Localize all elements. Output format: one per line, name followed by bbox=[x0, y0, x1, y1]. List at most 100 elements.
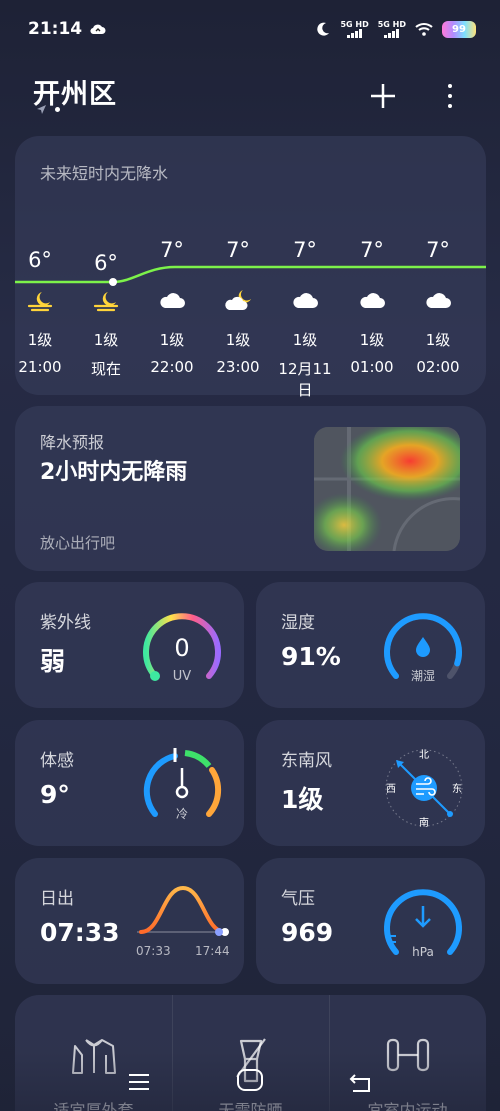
sunset-time-label: 17:44 bbox=[195, 944, 230, 958]
signal-sim2-icon: 5G HD bbox=[378, 20, 406, 38]
moon-cloud-night-icon bbox=[25, 288, 55, 314]
hour-column: 7° 1级 22:00 bbox=[140, 136, 204, 395]
radar-map[interactable] bbox=[314, 427, 460, 551]
humidity-tile[interactable]: 湿度 91% 潮湿 bbox=[256, 582, 485, 708]
precipitation-card[interactable]: 降水预报 2小时内无降雨 放心出行吧 bbox=[15, 406, 486, 571]
hour-wind: 1级 bbox=[93, 331, 119, 349]
status-time: 21:14 bbox=[28, 19, 83, 39]
hour-temp: 7° bbox=[426, 238, 450, 262]
back-nav-icon[interactable] bbox=[349, 1073, 373, 1093]
sim1-label: 5G HD bbox=[340, 20, 369, 29]
precip-label: 降水预报 bbox=[40, 433, 105, 452]
wifi-icon bbox=[415, 23, 433, 36]
sunscreen-label: 无需防晒 bbox=[218, 1101, 283, 1111]
compass-east: 东 bbox=[452, 782, 462, 795]
uv-tile[interactable]: 紫外线 弱 0 UV bbox=[15, 582, 244, 708]
cloud-sync-icon bbox=[90, 24, 106, 35]
feels-like-gauge-icon: 冷 bbox=[143, 748, 222, 821]
hour-column: 7° 1级 23:00 bbox=[206, 136, 270, 395]
uv-label: 紫外线 bbox=[40, 613, 91, 633]
humidity-gauge-text: 潮湿 bbox=[411, 668, 435, 683]
jacket-label: 适宜厚外套 bbox=[53, 1101, 134, 1111]
more-menu-button[interactable] bbox=[440, 80, 460, 112]
home-nav-icon[interactable] bbox=[236, 1068, 264, 1092]
sunrise-value: 07:33 bbox=[40, 918, 120, 947]
life-index-exercise[interactable]: 宜室内运动 bbox=[329, 995, 486, 1111]
add-city-button[interactable] bbox=[367, 80, 399, 112]
life-index-jacket[interactable]: 适宜厚外套 bbox=[15, 995, 172, 1111]
humidity-label: 湿度 bbox=[281, 613, 315, 633]
humidity-value: 91% bbox=[281, 642, 341, 671]
wind-label: 东南风 bbox=[281, 751, 332, 771]
uv-gauge-icon: 0 UV bbox=[143, 613, 221, 684]
hour-time: 21:00 bbox=[18, 358, 62, 376]
cloud-icon bbox=[290, 288, 320, 314]
hour-wind: 1级 bbox=[225, 331, 251, 349]
sun-arc-icon bbox=[137, 885, 229, 936]
sunrise-tile[interactable]: 日出 07:33 07:33 17:44 bbox=[15, 858, 244, 984]
location-indicator bbox=[36, 104, 60, 115]
compass-west: 西 bbox=[386, 784, 396, 795]
sunrise-label: 日出 bbox=[40, 889, 74, 909]
exercise-label: 宜室内运动 bbox=[367, 1101, 448, 1111]
hour-time: 02:00 bbox=[416, 358, 460, 376]
hour-column: 7° 1级 12月11日 bbox=[273, 136, 337, 399]
partly-cloudy-night-icon bbox=[223, 288, 253, 314]
feels-like-value: 9° bbox=[40, 780, 70, 809]
arrow-down-icon bbox=[415, 906, 431, 928]
plus-icon bbox=[371, 84, 395, 108]
hourly-forecast-card[interactable]: 未来短时内无降水 6° 1级 21:00 6° 1级 现在 7° 1级 22:00 7° 1级 23:… bbox=[15, 136, 486, 399]
uv-value: 弱 bbox=[40, 647, 66, 676]
battery-icon: 99 bbox=[442, 20, 476, 38]
signal-sim1-icon: 5G HD bbox=[340, 20, 369, 38]
hour-wind: 1级 bbox=[292, 331, 318, 349]
uv-gauge-value: 0 bbox=[174, 634, 189, 662]
compass-south: 南 bbox=[419, 816, 429, 829]
pressure-gauge-icon: hPa bbox=[384, 889, 462, 959]
pressure-label: 气压 bbox=[281, 889, 315, 909]
feels-like-gauge-text: 冷 bbox=[176, 807, 188, 821]
feels-like-tile[interactable]: 体感 9° 冷 bbox=[15, 720, 244, 846]
compass-north: 北 bbox=[419, 749, 429, 761]
hour-temp: 7° bbox=[226, 238, 250, 262]
cloud-icon bbox=[423, 288, 453, 314]
moon-icon bbox=[317, 22, 330, 36]
hour-wind: 1级 bbox=[359, 331, 385, 349]
hour-temp: 7° bbox=[360, 238, 384, 262]
hour-wind: 1级 bbox=[27, 331, 53, 349]
hour-time: 22:00 bbox=[150, 358, 194, 376]
hour-time: 23:00 bbox=[216, 358, 260, 376]
wind-value: 1级 bbox=[281, 785, 324, 814]
sunrise-time-label: 07:33 bbox=[136, 944, 171, 958]
pressure-unit: hPa bbox=[412, 945, 434, 959]
jacket-icon bbox=[71, 1039, 116, 1074]
page-dot bbox=[55, 107, 60, 112]
uv-gauge-unit: UV bbox=[173, 669, 192, 684]
hour-column: 6° 1级 21:00 bbox=[8, 136, 72, 395]
precip-main: 2小时内无降雨 bbox=[40, 460, 188, 485]
hour-column: 7° 1级 02:00 bbox=[406, 136, 470, 395]
water-drop-icon bbox=[416, 637, 430, 657]
menu-nav-icon[interactable] bbox=[128, 1073, 150, 1091]
hour-column: 7° 1级 01:00 bbox=[340, 136, 404, 395]
life-index-sunscreen[interactable]: 无需防晒 bbox=[172, 995, 329, 1111]
humidity-gauge-icon: 潮湿 bbox=[384, 613, 462, 683]
radar-map-image bbox=[314, 427, 460, 551]
battery-level: 99 bbox=[452, 23, 466, 35]
wind-tile[interactable]: 东南风 1级 北 南 西 东 bbox=[256, 720, 485, 846]
status-bar: 21:14 5G HD 5G HD 99 bbox=[0, 0, 500, 58]
cloud-icon bbox=[157, 288, 187, 314]
feels-like-label: 体感 bbox=[40, 751, 74, 771]
hour-column: 6° 1级 现在 bbox=[74, 136, 138, 395]
precip-sub: 放心出行吧 bbox=[40, 534, 116, 552]
life-index-card[interactable]: 适宜厚外套 无需防晒 宜室内运动 bbox=[15, 995, 486, 1111]
pressure-tile[interactable]: 气压 969 hPa bbox=[256, 858, 485, 984]
header: 开州区 bbox=[0, 62, 500, 122]
hour-time: 01:00 bbox=[350, 358, 394, 376]
wind-compass-icon: 北 南 西 东 bbox=[385, 749, 463, 829]
sim2-label: 5G HD bbox=[377, 20, 406, 29]
pressure-value: 969 bbox=[281, 918, 334, 947]
moon-cloud-night-icon bbox=[91, 288, 121, 314]
hour-temp: 6° bbox=[28, 248, 52, 272]
dumbbell-icon bbox=[386, 1038, 429, 1072]
